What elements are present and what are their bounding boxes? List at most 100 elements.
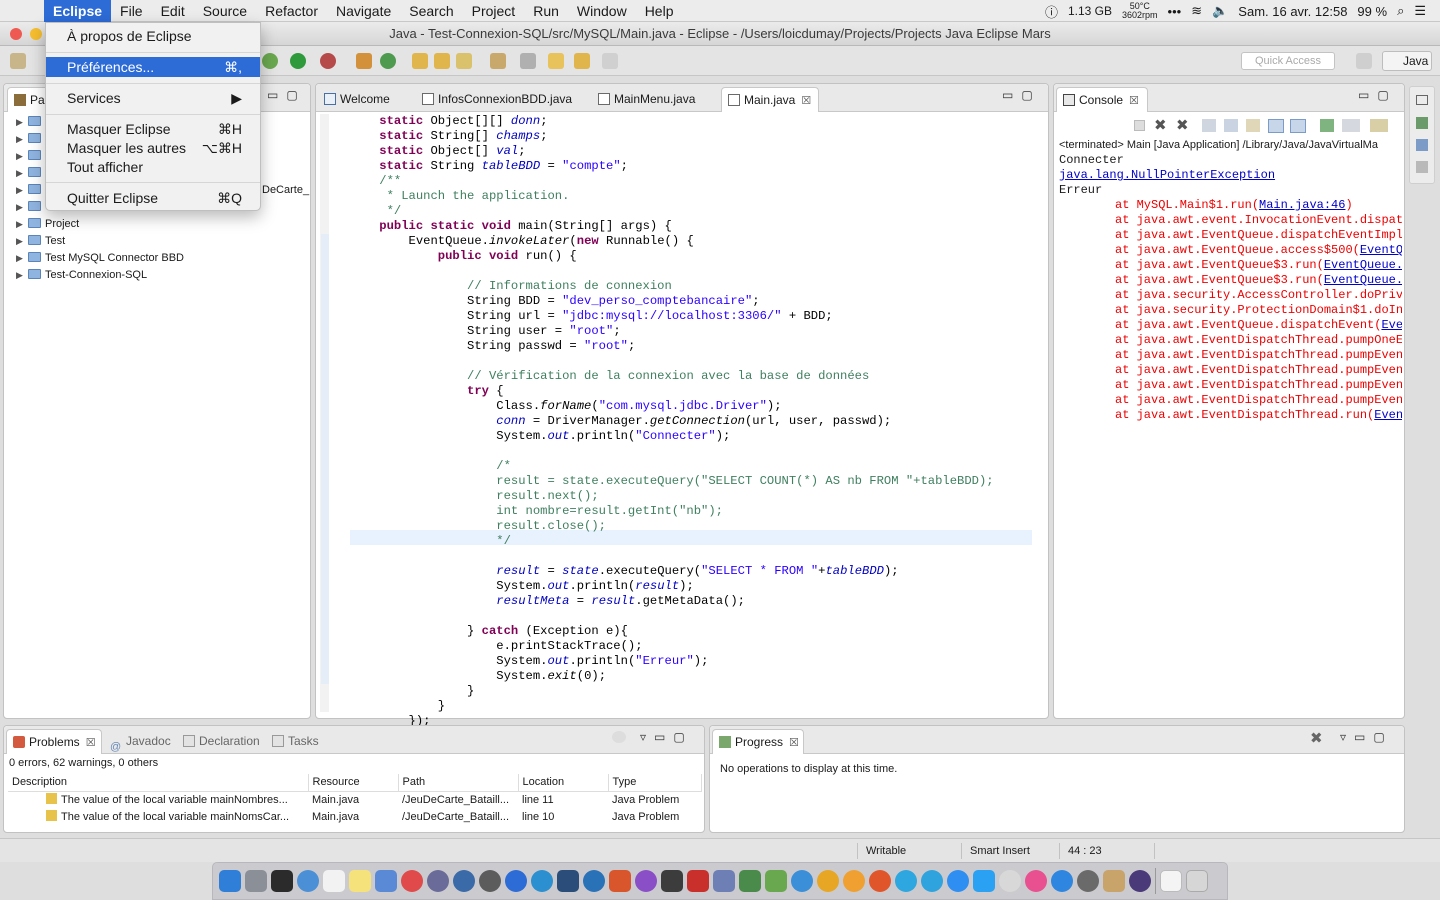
tab-tasks[interactable]: Tasks: [266, 729, 326, 754]
app-icon[interactable]: [739, 870, 761, 892]
restore-icon[interactable]: [1416, 95, 1428, 105]
menu-item-show-all[interactable]: Tout afficher: [46, 157, 260, 177]
close-tab-icon[interactable]: ☒: [86, 737, 96, 749]
app-icon[interactable]: [427, 870, 449, 892]
show-stderr-icon[interactable]: [1290, 119, 1306, 133]
menu-item-hide-eclipse[interactable]: Masquer Eclipse ⌘H: [46, 119, 260, 139]
remove-all-icon[interactable]: ✖: [1176, 116, 1189, 134]
column-type[interactable]: Type: [608, 774, 702, 792]
menu-item-quit[interactable]: Quitter Eclipse ⌘Q: [46, 188, 260, 208]
view-menu-minimize-maximize-icon[interactable]: ▿▭▢: [1340, 730, 1393, 744]
open-task-icon[interactable]: [434, 53, 450, 69]
tree-item-test-connexion-sql[interactable]: ▶ Test-Connexion-SQL: [16, 267, 147, 284]
search-icon[interactable]: [456, 53, 472, 69]
menu-eclipse[interactable]: Eclipse: [44, 0, 112, 22]
menu-search[interactable]: Search: [400, 0, 462, 22]
eclipse-icon[interactable]: [1129, 870, 1151, 892]
app-icon[interactable]: [557, 870, 579, 892]
minimize-maximize-icon[interactable]: ▭▢: [1002, 88, 1041, 102]
menu-window[interactable]: Window: [568, 0, 636, 22]
terminal-icon[interactable]: [661, 870, 683, 892]
tree-row[interactable]: ▶: [16, 199, 45, 216]
wifi-icon[interactable]: ≋: [1191, 3, 1202, 19]
skype-icon[interactable]: [895, 870, 917, 892]
app-icon[interactable]: [843, 870, 865, 892]
column-description[interactable]: Description: [8, 774, 309, 792]
chrome-icon[interactable]: [817, 870, 839, 892]
system-preferences-icon[interactable]: [1077, 870, 1099, 892]
menu-file[interactable]: File: [111, 0, 152, 22]
itunes-icon[interactable]: [1025, 870, 1047, 892]
twitter-icon[interactable]: [973, 870, 995, 892]
outline-icon[interactable]: [1416, 117, 1428, 129]
app-store-icon[interactable]: [1051, 870, 1073, 892]
scroll-lock-icon[interactable]: [1224, 119, 1238, 132]
app-icon[interactable]: [453, 870, 475, 892]
new-class-icon[interactable]: [380, 53, 396, 69]
hierarchy-icon[interactable]: [1416, 139, 1428, 151]
datetime[interactable]: Sam. 16 avr. 12:58: [1238, 4, 1347, 19]
notes-icon[interactable]: [349, 870, 371, 892]
app-icon[interactable]: [401, 870, 423, 892]
back-arrow-icon[interactable]: [574, 53, 590, 69]
menu-item-about[interactable]: À propos de Eclipse: [46, 26, 260, 46]
app-icon[interactable]: [505, 870, 527, 892]
photos-icon[interactable]: [999, 870, 1021, 892]
app-icon[interactable]: [765, 870, 787, 892]
stack-frame-link[interactable]: EventQueue.j: [1324, 258, 1402, 272]
document-icon[interactable]: [1160, 870, 1182, 892]
tab-infosconnexionbdd[interactable]: InfosConnexionBDD.java: [416, 87, 586, 112]
tab-console[interactable]: Console ☒: [1056, 87, 1148, 112]
messages-icon[interactable]: [297, 870, 319, 892]
temperature-readout[interactable]: 50°C 3602rpm: [1122, 2, 1158, 20]
tab-declaration[interactable]: Declaration: [177, 729, 267, 754]
clear-console-icon[interactable]: [1202, 119, 1216, 132]
forward-arrow-icon[interactable]: [602, 53, 618, 69]
console-output[interactable]: <terminated> Main [Java Application] /Li…: [1059, 138, 1402, 423]
tab-mainmenu[interactable]: MainMenu.java: [592, 87, 712, 112]
terminate-icon[interactable]: [1134, 120, 1145, 131]
calendar-icon[interactable]: [323, 870, 345, 892]
notification-center-icon[interactable]: ☰: [1414, 3, 1426, 19]
stack-frame-link[interactable]: Even: [1381, 318, 1402, 332]
tree-row[interactable]: ▶: [16, 131, 45, 148]
stack-frame-link[interactable]: Main.java:46: [1259, 198, 1345, 212]
volume-icon[interactable]: 🔈: [1212, 3, 1228, 19]
menu-item-preferences[interactable]: Préférences... ⌘,: [46, 57, 260, 77]
external-tools-icon[interactable]: [320, 53, 336, 69]
messenger-icon[interactable]: [947, 870, 969, 892]
stack-frame-link[interactable]: EventQu: [1360, 243, 1402, 257]
filezilla-icon[interactable]: [687, 870, 709, 892]
tab-welcome[interactable]: Welcome: [318, 87, 414, 112]
tree-item-test-mysql[interactable]: ▶ Test MySQL Connector BBD: [16, 250, 184, 267]
stack-frame-link[interactable]: EventQueue.j: [1324, 273, 1402, 287]
open-perspective-icon[interactable]: [1356, 53, 1372, 69]
app-icon[interactable]: [531, 870, 553, 892]
launchpad-icon[interactable]: [245, 870, 267, 892]
menu-run[interactable]: Run: [524, 0, 568, 22]
new-icon[interactable]: [10, 53, 26, 69]
remove-all-finished-icon[interactable]: ✖: [1310, 729, 1323, 747]
column-resource[interactable]: Resource: [308, 774, 399, 792]
back-icon[interactable]: [548, 53, 564, 69]
tab-problems[interactable]: Problems ☒: [6, 729, 102, 754]
java-perspective-button[interactable]: Java: [1382, 51, 1432, 71]
spotlight-icon[interactable]: ⌕: [1397, 3, 1404, 19]
menu-item-services[interactable]: Services ▶: [46, 88, 260, 108]
tab-progress[interactable]: Progress ☒: [712, 729, 804, 754]
info-icon[interactable]: ⓘ: [1045, 2, 1058, 21]
word-wrap-icon[interactable]: [1246, 119, 1260, 132]
remove-launch-icon[interactable]: ✖: [1154, 116, 1167, 134]
firefox-icon[interactable]: [869, 870, 891, 892]
tree-row[interactable]: ▶: [16, 148, 45, 165]
telegram-icon[interactable]: [921, 870, 943, 892]
php-icon[interactable]: [713, 870, 735, 892]
menu-edit[interactable]: Edit: [152, 0, 194, 22]
display-console-icon[interactable]: [1342, 119, 1360, 132]
column-path[interactable]: Path: [398, 774, 519, 792]
task-list-icon[interactable]: [1416, 161, 1428, 173]
quick-access-input[interactable]: Quick Access: [1241, 52, 1335, 70]
minimize-maximize-icon[interactable]: ▭▢: [1358, 88, 1397, 102]
column-location[interactable]: Location: [518, 774, 609, 792]
memory-value[interactable]: 1.13 GB: [1068, 4, 1112, 18]
